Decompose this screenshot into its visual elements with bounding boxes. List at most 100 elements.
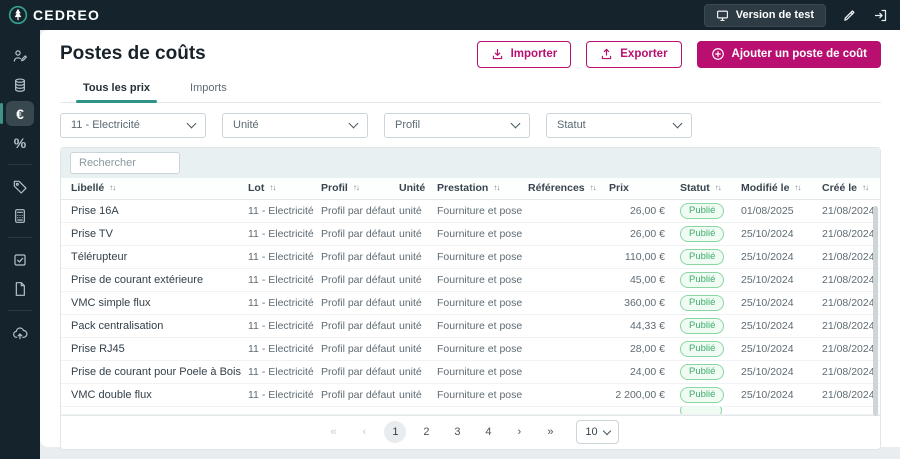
- table-row[interactable]: Prise de courant pour Poele à Bois 11 - …: [61, 361, 880, 384]
- table-row[interactable]: Prise TV 11 - Electricité Profil par déf…: [61, 223, 880, 246]
- column-label: Unité: [399, 182, 425, 194]
- version-de-test-button[interactable]: Version de test: [704, 4, 826, 27]
- page-button-3[interactable]: 3: [446, 421, 468, 443]
- table-body: Prise 16A 11 - Electricité Profil par dé…: [61, 200, 880, 407]
- document-icon[interactable]: [6, 276, 34, 301]
- page-size-select[interactable]: 10: [576, 420, 618, 444]
- cell-profil: Profil par défaut: [321, 274, 399, 286]
- cell-prestation: Fourniture et pose: [437, 274, 528, 286]
- task-check-icon[interactable]: [6, 247, 34, 272]
- cell-prestation: Fourniture et pose: [437, 320, 528, 332]
- cell-cree-le: 21/08/2024: [822, 343, 880, 355]
- filter-select-profil[interactable]: Profil: [384, 113, 530, 138]
- previous-page-button[interactable]: ‹: [353, 421, 375, 443]
- tab-tous-les-prix[interactable]: Tous les prix: [81, 77, 152, 102]
- calculator-icon[interactable]: [6, 203, 34, 228]
- column-header-profil[interactable]: Profil ↑↓: [321, 182, 399, 194]
- sign-in-icon[interactable]: [873, 8, 888, 23]
- table-row-clipped[interactable]: [61, 407, 880, 415]
- filter-value: Profil: [395, 119, 420, 131]
- pen-icon[interactable]: [842, 8, 857, 23]
- chevron-down-icon: [511, 119, 521, 129]
- export-label: Exporter: [620, 47, 667, 62]
- column-header-prix[interactable]: Prix ↑↓: [609, 182, 680, 194]
- cell-cree-le: 21/08/2024: [822, 389, 880, 401]
- cell-lot: 11 - Electricité: [248, 297, 321, 309]
- next-page-button[interactable]: ›: [508, 421, 530, 443]
- export-button[interactable]: Exporter: [586, 41, 681, 68]
- page-button-2[interactable]: 2: [415, 421, 437, 443]
- import-button[interactable]: Importer: [477, 41, 572, 68]
- cell-cree-le: 21/08/2024: [822, 251, 880, 263]
- sort-icon[interactable]: ↑↓: [590, 184, 596, 192]
- sort-icon[interactable]: ↑↓: [493, 184, 499, 192]
- page-button-4[interactable]: 4: [477, 421, 499, 443]
- column-label: Créé le: [822, 182, 857, 194]
- team-icon[interactable]: [6, 43, 34, 68]
- cell-libelle: Prise RJ45: [71, 343, 248, 355]
- table-row[interactable]: Pack centralisation 11 - Electricité Pro…: [61, 315, 880, 338]
- column-label: Prix: [609, 182, 629, 194]
- cell-modifie-le: 25/10/2024: [741, 389, 822, 401]
- column-header-statut[interactable]: Statut ↑↓: [680, 182, 741, 194]
- coins-icon[interactable]: [6, 72, 34, 97]
- sort-icon[interactable]: ↑↓: [353, 184, 359, 192]
- table-row[interactable]: Prise de courant extérieure 11 - Electri…: [61, 269, 880, 292]
- cell-profil: Profil par défaut: [321, 228, 399, 240]
- sort-icon[interactable]: ↑↓: [109, 184, 115, 192]
- cell-unite: unité: [399, 251, 437, 263]
- add-label: Ajouter un poste de coût: [732, 47, 867, 62]
- table-row[interactable]: VMC simple flux 11 - Electricité Profil …: [61, 292, 880, 315]
- cell-unite: unité: [399, 274, 437, 286]
- column-header-cr-le[interactable]: Créé le ↑↓: [822, 182, 880, 194]
- sort-icon[interactable]: ↑↓: [794, 184, 800, 192]
- cell-prix: 26,00 €: [609, 228, 680, 240]
- sort-icon[interactable]: ↑↓: [715, 184, 721, 192]
- table-row[interactable]: Prise RJ45 11 - Electricité Profil par d…: [61, 338, 880, 361]
- add-cost-item-button[interactable]: Ajouter un poste de coût: [697, 41, 881, 68]
- column-header-r-f-rences[interactable]: Références ↑↓: [528, 182, 609, 194]
- column-label: Références: [528, 182, 585, 194]
- cell-prix: 44,33 €: [609, 320, 680, 332]
- column-header-prestation[interactable]: Prestation ↑↓: [437, 182, 528, 194]
- cell-profil: Profil par défaut: [321, 366, 399, 378]
- filters-row: 11 - Electricité Unité Profil Statut: [60, 113, 881, 138]
- cell-statut: Publié: [680, 364, 741, 380]
- status-badge: [680, 407, 722, 415]
- filter-select-11-electricit[interactable]: 11 - Electricité: [60, 113, 206, 138]
- table-row[interactable]: Prise 16A 11 - Electricité Profil par dé…: [61, 200, 880, 223]
- cell-libelle: VMC double flux: [71, 389, 248, 401]
- table-row[interactable]: VMC double flux 11 - Electricité Profil …: [61, 384, 880, 407]
- cell-statut: Publié: [680, 387, 741, 403]
- plus-circle-icon: [711, 47, 725, 61]
- first-page-button[interactable]: «: [322, 421, 344, 443]
- column-header-lot[interactable]: Lot ↑↓: [248, 182, 321, 194]
- table-scrollbar[interactable]: [873, 206, 878, 416]
- last-page-button[interactable]: »: [539, 421, 561, 443]
- sort-icon[interactable]: ↑↓: [862, 184, 868, 192]
- content-card: Postes de coûts Importer: [40, 30, 900, 447]
- column-header-modifi-le[interactable]: Modifié le ↑↓: [741, 182, 822, 194]
- table-row[interactable]: Télérupteur 11 - Electricité Profil par …: [61, 246, 880, 269]
- filter-select-unit[interactable]: Unité: [222, 113, 368, 138]
- page-size-value: 10: [585, 426, 597, 438]
- column-header-unit[interactable]: Unité ↑↓: [399, 182, 437, 194]
- cedreo-tree-icon: [8, 5, 28, 25]
- pagination: « ‹ 1234 › » 10: [61, 415, 880, 449]
- page-button-1[interactable]: 1: [384, 421, 406, 443]
- cell-unite: unité: [399, 205, 437, 217]
- search-input[interactable]: [70, 152, 180, 174]
- cloud-upload-icon[interactable]: [6, 320, 34, 345]
- tab-imports[interactable]: Imports: [188, 77, 229, 102]
- tag-icon[interactable]: [6, 174, 34, 199]
- sort-icon[interactable]: ↑↓: [269, 184, 275, 192]
- cell-unite: unité: [399, 228, 437, 240]
- brand-logo[interactable]: CEDREO: [8, 5, 100, 25]
- column-header-libell[interactable]: Libellé ↑↓: [71, 182, 248, 194]
- euro-icon[interactable]: €: [6, 101, 34, 126]
- cell-profil: Profil par défaut: [321, 205, 399, 217]
- percent-icon[interactable]: %: [6, 130, 34, 155]
- cell-libelle: VMC simple flux: [71, 297, 248, 309]
- app-screen: CEDREO Version de test: [0, 0, 900, 459]
- filter-select-statut[interactable]: Statut: [546, 113, 692, 138]
